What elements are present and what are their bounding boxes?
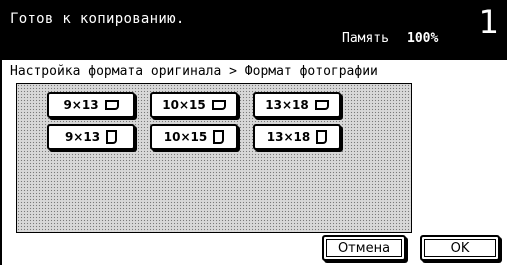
ok-button[interactable]: OK <box>420 235 500 261</box>
portrait-orientation-icon <box>213 130 225 144</box>
landscape-orientation-icon <box>104 100 119 110</box>
portrait-orientation-icon <box>316 130 328 144</box>
memory-label: Память <box>342 31 389 46</box>
format-button-9x13-portrait[interactable]: 9×13 <box>47 124 135 150</box>
landscape-orientation-icon <box>314 100 329 110</box>
format-label: 10×15 <box>163 130 208 144</box>
format-button-10x15-landscape[interactable]: 10×15 <box>150 92 238 118</box>
landscape-orientation-icon <box>211 100 226 110</box>
format-label: 13×18 <box>266 130 311 144</box>
status-bar: Готов к копированию. Память 100% 1 <box>2 0 507 60</box>
format-label: 13×18 <box>265 98 309 112</box>
format-button-10x15-portrait[interactable]: 10×15 <box>150 124 238 150</box>
portrait-orientation-icon <box>106 130 118 144</box>
cancel-button[interactable]: Отмена <box>322 235 406 261</box>
breadcrumb: Настройка формата оригинала > Формат фот… <box>10 64 378 79</box>
format-button-9x13-landscape[interactable]: 9×13 <box>47 92 135 118</box>
format-button-13x18-landscape[interactable]: 13×18 <box>253 92 341 118</box>
format-label: 9×13 <box>64 130 101 144</box>
status-message: Готов к копированию. <box>10 11 185 27</box>
format-button-13x18-portrait[interactable]: 13×18 <box>253 124 341 150</box>
copy-count: 1 <box>478 3 499 41</box>
format-label: 10×15 <box>162 98 206 112</box>
format-label: 9×13 <box>63 98 99 112</box>
copier-screen: Готов к копированию. Память 100% 1 Настр… <box>0 0 507 265</box>
memory-value: 100% <box>407 31 439 46</box>
format-panel: 9×13 10×15 13×18 9×13 10×15 13×18 <box>16 83 412 233</box>
